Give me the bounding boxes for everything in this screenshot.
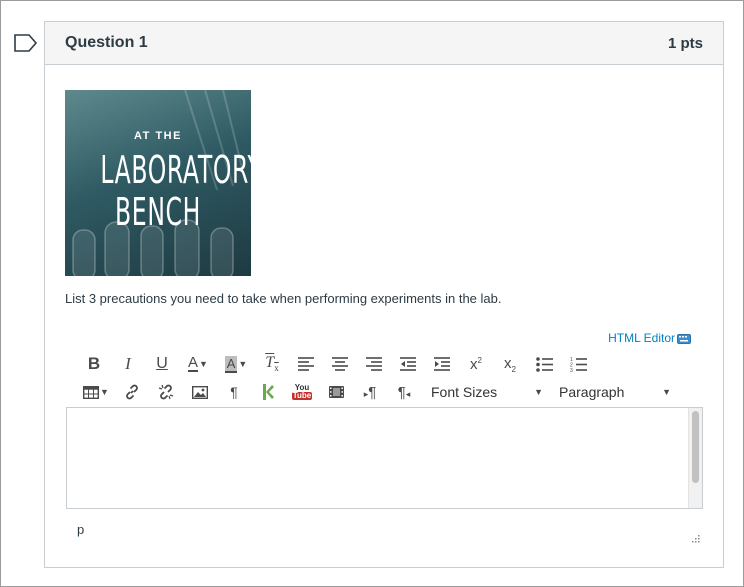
bold-button[interactable]: B (77, 353, 111, 375)
table-icon (83, 385, 100, 399)
indent-icon (434, 357, 450, 371)
image-button[interactable] (183, 381, 217, 403)
editor-toolbar-row-2: ▼ ¶ You Tube ▸¶ ¶◂ Font Sizes ▼ Paragrap… (77, 381, 671, 403)
text-color-icon: A (188, 354, 199, 372)
film-icon (328, 386, 344, 398)
unlink-button[interactable] (149, 381, 183, 403)
align-center-icon (332, 357, 348, 371)
outdent-icon (400, 357, 416, 371)
image-icon (192, 385, 208, 399)
editor-toolbar-row-1: B I U A ▼ A ▼ Tx x2 x2 1 2 3 (77, 353, 595, 375)
question-title: Question 1 (65, 34, 148, 51)
numbered-list-icon: 123 (570, 357, 587, 372)
bullet-list-button[interactable] (527, 353, 561, 375)
link-button[interactable] (115, 381, 149, 403)
font-sizes-label: Font Sizes (431, 384, 498, 400)
bullet-list-icon (535, 356, 553, 372)
youtube-button[interactable]: You Tube (285, 381, 319, 403)
youtube-text-bottom: Tube (291, 391, 313, 400)
bold-icon: B (87, 354, 101, 373)
question-prompt: List 3 precautions you need to take when… (65, 291, 502, 306)
clear-formatting-button[interactable]: Tx (255, 353, 289, 375)
question-image: AT THE LABORATORY BENCH (65, 90, 251, 276)
underline-button[interactable]: U (145, 353, 179, 375)
youtube-icon: You Tube (291, 384, 313, 400)
rtl-icon: ¶◂ (397, 383, 411, 401)
outdent-button[interactable] (391, 353, 425, 375)
editor-content[interactable] (67, 408, 702, 434)
paragraph-mark-button[interactable]: ¶ (217, 381, 251, 403)
subscript-icon: x2 (504, 355, 516, 374)
chevron-down-icon: ▼ (199, 359, 208, 369)
media-button[interactable] (319, 381, 353, 403)
italic-button[interactable]: I (111, 353, 145, 375)
editor-scrollbar[interactable] (688, 408, 702, 508)
html-editor-label: HTML Editor (608, 331, 675, 345)
resize-handle-icon[interactable] (690, 533, 700, 543)
rich-text-editor-body[interactable] (66, 407, 703, 509)
superscript-button[interactable]: x2 (459, 353, 493, 375)
image-text-laboratory: LABORATORY (100, 148, 251, 192)
question-card: Question 1 1 pts AT THE LABORATORY BENCH… (44, 21, 724, 568)
align-right-icon (366, 357, 382, 371)
image-text-bench: BENCH (115, 190, 201, 234)
italic-icon: I (125, 354, 131, 373)
kaltura-button[interactable] (251, 381, 285, 403)
ltr-icon: ▸¶ (363, 383, 377, 401)
unlink-icon (158, 384, 174, 400)
paragraph-format-dropdown[interactable]: Paragraph ▼ (553, 381, 671, 403)
chevron-down-icon: ▼ (100, 387, 109, 397)
svg-text:3: 3 (570, 368, 573, 372)
text-color-button[interactable]: A ▼ (179, 353, 217, 375)
subscript-base: x (504, 354, 512, 372)
question-points: 1 pts (667, 34, 703, 52)
paragraph-label: Paragraph (559, 384, 625, 400)
rtl-button[interactable]: ¶◂ (387, 381, 421, 403)
superscript-icon: x2 (470, 356, 482, 373)
image-text-at-the: AT THE (134, 130, 182, 142)
font-sizes-dropdown[interactable]: Font Sizes ▼ (425, 381, 543, 403)
chevron-down-icon: ▼ (534, 387, 543, 397)
align-left-icon (298, 357, 314, 371)
background-color-icon: A (224, 355, 238, 373)
ltr-button[interactable]: ▸¶ (353, 381, 387, 403)
numbered-list-button[interactable]: 123 (561, 353, 595, 375)
align-center-button[interactable] (323, 353, 357, 375)
keyboard-icon (677, 334, 691, 344)
indent-button[interactable] (425, 353, 459, 375)
flag-question-icon[interactable] (14, 34, 38, 52)
align-left-button[interactable] (289, 353, 323, 375)
chevron-down-icon: ▼ (238, 359, 248, 369)
superscript-base: x (470, 355, 478, 373)
element-path: p (77, 522, 85, 537)
underline-icon: U (156, 355, 168, 372)
subscript-button[interactable]: x2 (493, 353, 527, 375)
subscript-index: 2 (511, 364, 516, 374)
question-header: Question 1 1 pts (45, 22, 723, 65)
chevron-down-icon: ▼ (662, 387, 671, 397)
kaltura-icon (263, 384, 274, 400)
superscript-exponent: 2 (477, 355, 482, 365)
align-right-button[interactable] (357, 353, 391, 375)
link-icon (126, 384, 138, 400)
editor-scrollbar-thumb[interactable] (692, 411, 699, 483)
background-color-button[interactable]: A ▼ (217, 353, 255, 375)
clear-formatting-icon: Tx (265, 354, 279, 374)
pilcrow-icon: ¶ (230, 384, 238, 400)
table-button[interactable]: ▼ (77, 381, 115, 403)
